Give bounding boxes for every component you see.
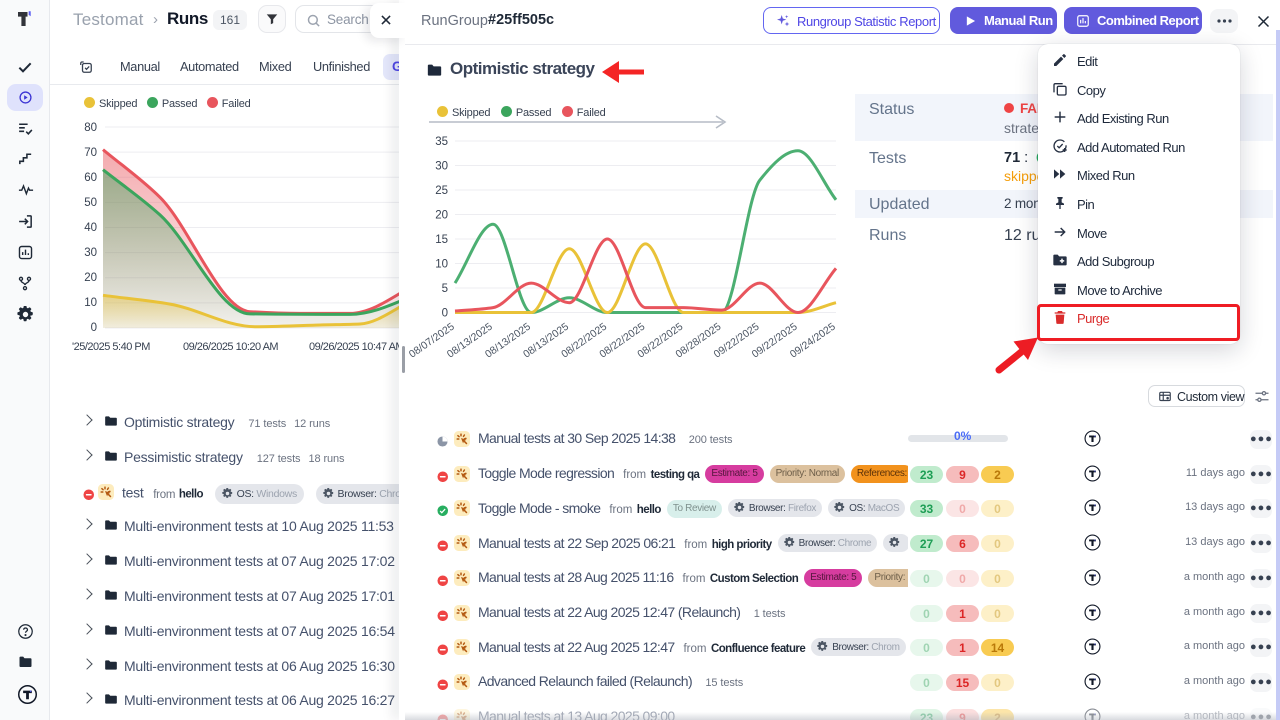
svg-text:'25/2025 5:40 PM: '25/2025 5:40 PM [72, 341, 150, 353]
svg-text:10: 10 [84, 297, 97, 309]
svg-text:09/26/2025 10:47 AM: 09/26/2025 10:47 AM [309, 341, 404, 353]
svg-text:30: 30 [435, 161, 448, 173]
svg-text:0: 0 [91, 322, 97, 334]
svg-text:09/26/2025 10:20 AM: 09/26/2025 10:20 AM [183, 341, 278, 353]
svg-text:60: 60 [84, 172, 97, 184]
svg-text:15: 15 [435, 234, 448, 246]
svg-text:70: 70 [84, 147, 97, 159]
svg-text:5: 5 [442, 283, 448, 295]
svg-text:0: 0 [442, 308, 448, 320]
svg-text:30: 30 [84, 247, 97, 259]
svg-text:50: 50 [84, 197, 97, 209]
svg-text:10: 10 [435, 259, 448, 271]
svg-text:20: 20 [435, 210, 448, 222]
svg-text:25: 25 [435, 185, 448, 197]
svg-text:40: 40 [84, 222, 97, 234]
svg-text:20: 20 [84, 272, 97, 284]
svg-text:35: 35 [435, 136, 448, 148]
svg-text:80: 80 [84, 122, 97, 134]
